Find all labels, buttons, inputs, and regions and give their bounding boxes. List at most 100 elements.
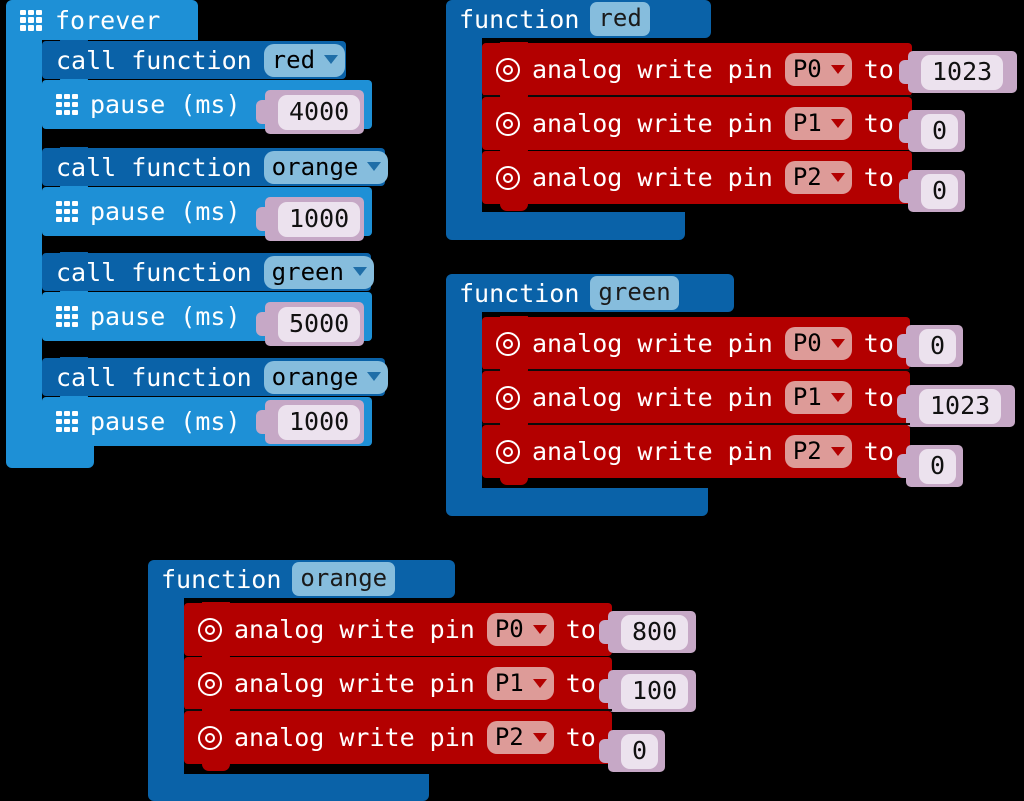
- number-input-block[interactable]: 1023: [899, 51, 1017, 93]
- to-label: to: [863, 55, 894, 84]
- number-value[interactable]: 4000: [278, 94, 361, 130]
- value-plug-icon: [599, 620, 611, 644]
- number-input-block[interactable]: 1023: [897, 385, 1015, 427]
- analog-write-label: analog write pin: [532, 163, 773, 192]
- number-value[interactable]: 5000: [278, 306, 361, 342]
- function-name-dropdown[interactable]: red: [263, 43, 346, 77]
- function-name-field[interactable]: green: [590, 276, 679, 310]
- function-name-dropdown[interactable]: orange: [263, 150, 389, 184]
- function-header[interactable]: function red: [446, 0, 711, 38]
- pin-dropdown[interactable]: P0: [486, 613, 554, 646]
- number-value[interactable]: 1023: [921, 54, 1004, 90]
- call-function-block[interactable]: call function orange: [42, 148, 389, 186]
- pin-dropdown[interactable]: P1: [784, 107, 852, 140]
- forever-header[interactable]: forever: [6, 0, 198, 40]
- value-plug-icon: [256, 100, 268, 124]
- chevron-down-icon: [532, 678, 547, 688]
- analog-write-block[interactable]: analog write pin P0 to: [482, 317, 910, 370]
- target-icon: [496, 111, 520, 136]
- number-input-block[interactable]: 0: [897, 325, 963, 367]
- pin-dropdown[interactable]: P2: [486, 721, 554, 754]
- number-input-block[interactable]: 5000: [256, 302, 364, 346]
- pin-dropdown[interactable]: P2: [784, 161, 852, 194]
- analog-write-block[interactable]: analog write pin P1 to: [482, 371, 910, 424]
- chevron-down-icon: [830, 64, 845, 74]
- analog-write-block[interactable]: analog write pin P0 to: [482, 43, 912, 96]
- number-value[interactable]: 100: [621, 673, 689, 709]
- pin-value: P1: [494, 669, 524, 697]
- to-label: to: [863, 383, 894, 412]
- function-footer: [148, 774, 429, 801]
- value-plug-icon: [897, 394, 909, 418]
- pause-label: pause (ms): [90, 302, 241, 331]
- number-value[interactable]: 800: [621, 614, 689, 650]
- chevron-down-icon: [352, 267, 367, 276]
- function-header[interactable]: function green: [446, 274, 734, 312]
- grid-3x3-icon: [56, 306, 78, 327]
- function-keyword: function: [459, 278, 580, 308]
- function-name-field[interactable]: orange: [292, 562, 396, 596]
- chevron-down-icon: [532, 624, 547, 634]
- chevron-down-icon: [830, 172, 845, 182]
- blocks-workspace[interactable]: forever call function red pause (ms) 400…: [0, 0, 1024, 801]
- pin-dropdown[interactable]: P0: [784, 327, 852, 360]
- call-function-block[interactable]: call function red: [42, 41, 346, 79]
- to-label: to: [863, 109, 894, 138]
- number-input-block[interactable]: 0: [599, 730, 665, 772]
- to-label: to: [863, 163, 894, 192]
- value-plug-icon: [899, 179, 911, 203]
- function-header[interactable]: function orange: [148, 560, 455, 598]
- number-input-block[interactable]: 100: [599, 670, 696, 712]
- analog-write-block[interactable]: analog write pin P2 to: [482, 151, 912, 204]
- function-name-dropdown[interactable]: orange: [263, 360, 389, 394]
- pause-label: pause (ms): [90, 90, 241, 119]
- number-value[interactable]: 1000: [278, 201, 361, 237]
- number-input-block[interactable]: 0: [897, 445, 963, 487]
- value-plug-icon: [256, 312, 268, 336]
- analog-write-label: analog write pin: [234, 723, 475, 752]
- pin-dropdown[interactable]: P0: [784, 53, 852, 86]
- number-input-block[interactable]: 0: [899, 110, 965, 152]
- number-value[interactable]: 0: [621, 733, 659, 769]
- number-value[interactable]: 1000: [278, 404, 361, 440]
- number-input-block[interactable]: 1000: [256, 197, 364, 241]
- analog-write-label: analog write pin: [532, 329, 773, 358]
- target-icon: [198, 617, 222, 642]
- function-name-field[interactable]: red: [590, 2, 650, 36]
- number-value[interactable]: 1023: [919, 388, 1002, 424]
- number-input-block[interactable]: 800: [599, 611, 696, 653]
- to-label: to: [565, 669, 596, 698]
- number-input-block[interactable]: 1000: [256, 400, 364, 444]
- number-input-block[interactable]: 4000: [256, 90, 364, 134]
- analog-write-label: analog write pin: [532, 55, 773, 84]
- call-function-label: call function: [56, 45, 252, 75]
- function-footer: [446, 488, 708, 516]
- pin-dropdown[interactable]: P1: [486, 667, 554, 700]
- number-value[interactable]: 0: [919, 448, 957, 484]
- number-input-block[interactable]: 0: [899, 170, 965, 212]
- function-name-dropdown[interactable]: green: [263, 255, 374, 289]
- value-plug-icon: [599, 739, 611, 763]
- pin-dropdown[interactable]: P2: [784, 435, 852, 468]
- function-left-spine: [446, 306, 482, 498]
- function-footer: [446, 212, 685, 240]
- function-left-spine: [148, 592, 184, 784]
- value-plug-icon: [897, 334, 909, 358]
- number-value[interactable]: 0: [919, 328, 957, 364]
- analog-write-label: analog write pin: [234, 669, 475, 698]
- analog-write-block[interactable]: analog write pin P0 to: [184, 603, 612, 656]
- grid-3x3-icon: [56, 201, 78, 222]
- pin-dropdown[interactable]: P1: [784, 381, 852, 414]
- call-function-block[interactable]: call function green: [42, 253, 374, 291]
- number-value[interactable]: 0: [921, 173, 959, 209]
- stack-bottom-notch: [500, 204, 528, 211]
- analog-write-block[interactable]: analog write pin P1 to: [184, 657, 612, 710]
- to-label: to: [565, 723, 596, 752]
- analog-write-block[interactable]: analog write pin P1 to: [482, 97, 912, 150]
- target-icon: [496, 57, 520, 82]
- chevron-down-icon: [324, 55, 339, 64]
- analog-write-block[interactable]: analog write pin P2 to: [482, 425, 910, 478]
- number-value[interactable]: 0: [921, 113, 959, 149]
- call-function-block[interactable]: call function orange: [42, 358, 389, 396]
- analog-write-block[interactable]: analog write pin P2 to: [184, 711, 612, 764]
